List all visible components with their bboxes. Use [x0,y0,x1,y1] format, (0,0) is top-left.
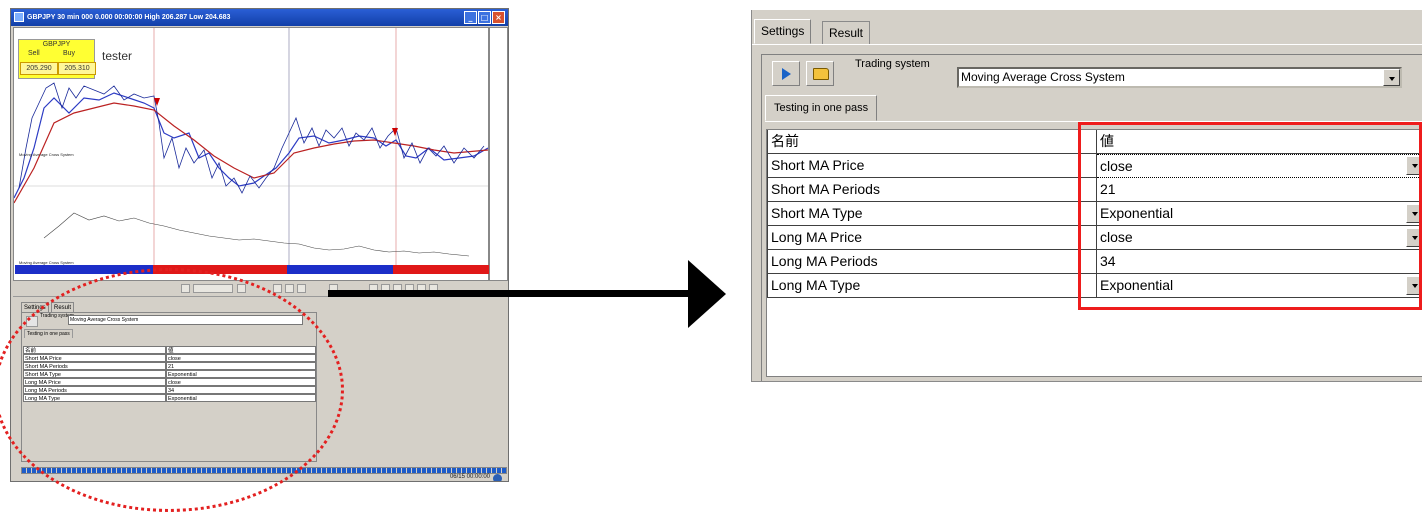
param-name: Long MA Periods [767,250,1097,274]
sell-signal-bar [393,265,489,274]
maximize-icon[interactable]: □ [478,11,491,24]
highlight-ellipse [0,268,344,512]
price-scale [489,27,508,281]
param-name: Long MA Price [767,226,1097,250]
svg-text:Moving Average Cross System: Moving Average Cross System [19,152,74,157]
minimize-icon[interactable]: _ [464,11,477,24]
toolbar-button[interactable] [285,284,294,293]
folder-open-icon [813,68,829,80]
tab-settings[interactable]: Settings [754,19,812,44]
param-name: Long MA Type [767,274,1097,298]
quote-pair: GBPJPY [42,41,71,48]
sell-label[interactable]: Sell [28,50,40,57]
tab-testing-one-pass[interactable]: Testing in one pass [765,95,878,121]
toolbar-button[interactable] [297,284,306,293]
chevron-down-icon[interactable] [1383,69,1400,86]
trading-system-value: Moving Average Cross System [961,70,1125,84]
arrow-head-icon [688,260,726,328]
header-name: 名前 [767,130,1097,154]
play-icon [782,68,791,80]
tester-label: tester [102,49,133,63]
open-button[interactable] [806,61,834,86]
param-name: Short MA Price [767,154,1097,178]
app-icon [14,12,24,22]
window-title: GBPJPY 30 min 000 0.000 00:00:00 High 20… [11,9,508,26]
tab-divider [752,44,1422,45]
status-time: 06/15 00:00:00 [449,474,490,480]
param-name: Short MA Periods [767,178,1097,202]
sell-price[interactable]: 205.290 [20,62,58,75]
tab-result[interactable]: Result [822,21,871,44]
run-button[interactable] [772,61,800,86]
globe-icon [493,474,502,481]
close-icon[interactable]: × [492,11,505,24]
trading-system-label: Trading system [855,58,930,70]
param-name: Short MA Type [767,202,1097,226]
buy-signal-bar [287,265,393,274]
buy-price[interactable]: 205.310 [58,62,96,75]
quote-box: GBPJPY Sell Buy 205.290 205.310 [18,39,96,79]
trading-system-select[interactable]: Moving Average Cross System [957,67,1402,88]
buy-label[interactable]: Buy [63,50,75,57]
arrow-shaft [328,290,693,297]
highlight-box [1078,122,1422,310]
